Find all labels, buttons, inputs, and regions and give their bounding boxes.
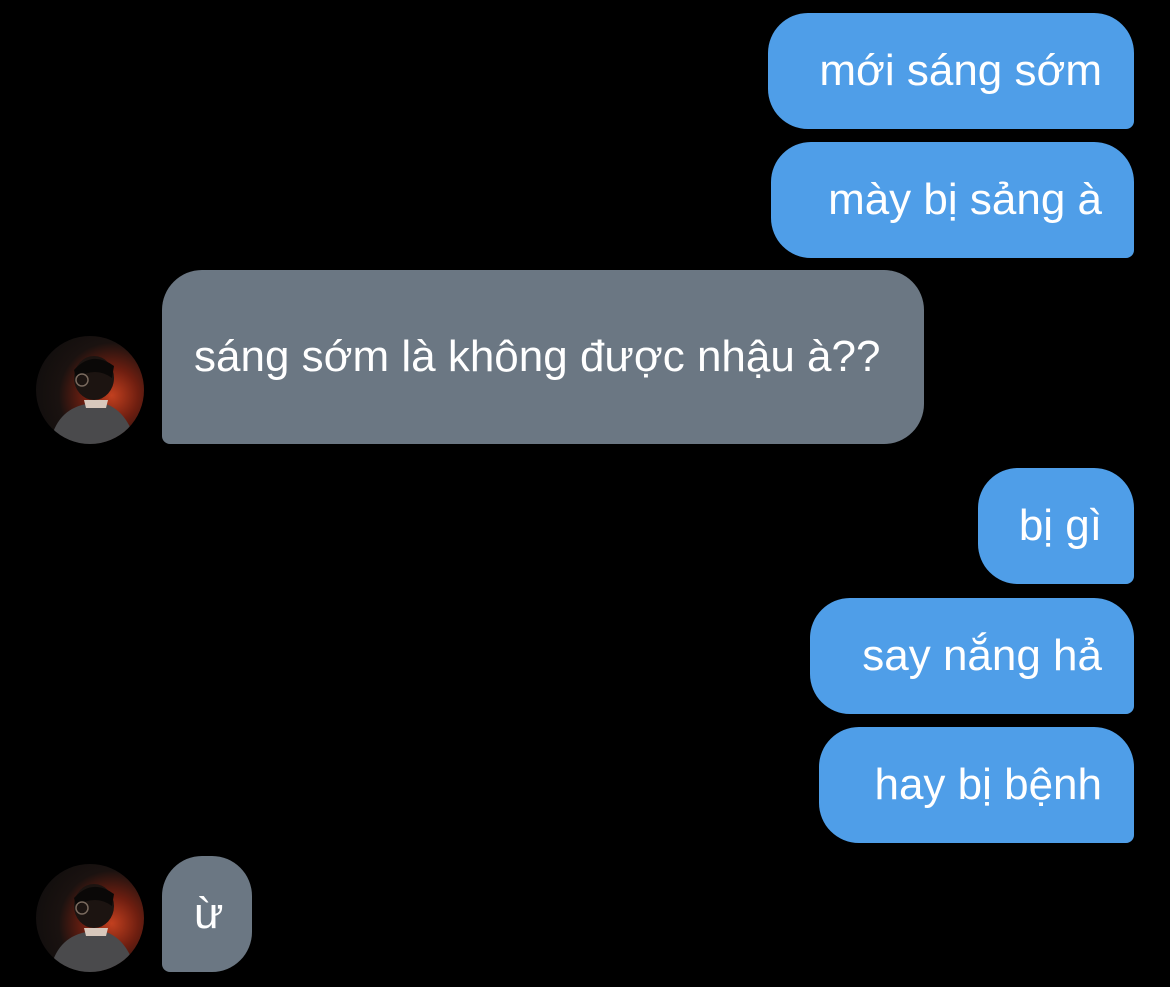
message-bubble-outgoing[interactable]: bị gì (978, 468, 1134, 584)
contact-avatar[interactable] (36, 864, 144, 972)
message-bubble-outgoing[interactable]: mới sáng sớm (768, 13, 1134, 129)
message-text: mới sáng sớm (819, 46, 1102, 95)
message-text: bị gì (1018, 501, 1102, 550)
message-bubble-outgoing[interactable]: hay bị bệnh (819, 727, 1134, 843)
message-text: mày bị sảng à (828, 175, 1102, 224)
person-silhouette-icon (50, 884, 136, 972)
message-bubble-incoming[interactable]: sáng sớm là không được nhậu à?? (162, 270, 924, 444)
message-text: ừ (194, 889, 224, 938)
message-bubble-incoming[interactable]: ừ (162, 856, 252, 972)
contact-avatar[interactable] (36, 336, 144, 444)
message-bubble-outgoing[interactable]: mày bị sảng à (771, 142, 1134, 258)
message-text: say nắng hả (862, 631, 1102, 680)
person-silhouette-icon (50, 356, 136, 444)
message-text: hay bị bệnh (874, 760, 1102, 809)
message-text: sáng sớm là không được nhậu à?? (194, 332, 881, 381)
message-bubble-outgoing[interactable]: say nắng hả (810, 598, 1134, 714)
